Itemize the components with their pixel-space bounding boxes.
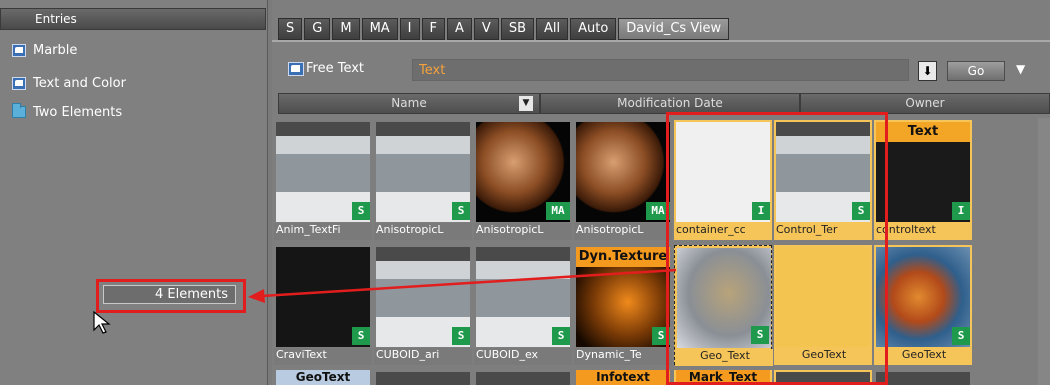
item-name: AnisotropicL: [474, 223, 572, 240]
thumbnail-label: Infotext: [576, 370, 670, 385]
item-name: controltext: [874, 223, 972, 240]
search-row: Free Text ⬇ Go ▼: [272, 56, 1050, 88]
column-owner[interactable]: Owner: [800, 93, 1050, 114]
item-name: AnisotropicL: [574, 223, 672, 240]
tab-bar: S G M MA I F A V SB All Auto David_Cs Vi…: [278, 18, 731, 40]
type-badge: S: [452, 202, 470, 220]
grid-item[interactable]: S AnisotropicL: [374, 120, 472, 240]
thumbnail-label: GeoText: [276, 370, 370, 385]
type-badge: S: [452, 327, 470, 345]
grid-item[interactable]: S CraviText: [274, 245, 372, 365]
search-label: Free Text: [306, 61, 365, 76]
item-name: Dynamic_Te: [574, 348, 672, 365]
go-button[interactable]: Go: [947, 61, 1005, 81]
item-name: AnisotropicL: [374, 223, 472, 240]
type-badge: S: [352, 327, 370, 345]
text-scene-icon: [12, 43, 26, 57]
search-input[interactable]: [412, 59, 909, 81]
grid-item[interactable]: [474, 370, 572, 385]
tab-all[interactable]: All: [535, 18, 569, 40]
grid-item[interactable]: MA AnisotropicL: [474, 120, 572, 240]
column-modification-date[interactable]: Modification Date: [540, 93, 800, 114]
thumbnail: [376, 372, 470, 385]
tree-item-marble[interactable]: Marble: [12, 40, 77, 60]
content-browser: S G M MA I F A V SB All Auto David_Cs Vi…: [272, 0, 1050, 385]
type-badge: S: [552, 327, 570, 345]
tab-s[interactable]: S: [278, 18, 303, 40]
tab-v[interactable]: V: [473, 18, 499, 40]
tree-item-text-and-color[interactable]: Text and Color: [12, 73, 126, 93]
thumbnail-label: Text: [876, 122, 970, 142]
entries-panel: Entries Marble Text and Color Two Elemen…: [0, 0, 268, 385]
grid-item[interactable]: S CUBOID_ex: [474, 245, 572, 365]
tab-david-cs-view[interactable]: David_Cs View: [618, 18, 730, 40]
free-text-icon: [288, 62, 304, 76]
item-name: Anim_TextFi: [274, 223, 372, 240]
tab-ma[interactable]: MA: [361, 18, 398, 40]
type-badge: MA: [546, 202, 570, 220]
mouse-cursor-icon: [93, 310, 111, 334]
grid-item[interactable]: Infotext: [574, 370, 672, 385]
options-menu-button[interactable]: ▼: [1016, 62, 1025, 76]
item-name: CUBOID_ex: [474, 348, 572, 365]
thumbnail: [876, 372, 970, 385]
entries-header[interactable]: Entries: [0, 8, 266, 30]
type-badge: S: [952, 327, 970, 345]
tree-item-two-elements[interactable]: Two Elements: [12, 102, 122, 122]
grid-item[interactable]: S Anim_TextFi: [274, 120, 372, 240]
tree-item-label: Two Elements: [33, 104, 123, 120]
tab-f[interactable]: F: [421, 18, 445, 40]
tab-m[interactable]: M: [332, 18, 360, 40]
grid-item[interactable]: S CUBOID_ari: [374, 245, 472, 365]
tab-g[interactable]: G: [304, 18, 331, 40]
item-name: CUBOID_ari: [374, 348, 472, 365]
tree-item-label: Marble: [33, 42, 78, 58]
thumbnail: [476, 372, 570, 385]
type-badge: I: [952, 202, 970, 220]
grid-highlight-box: [666, 112, 888, 385]
tab-sb[interactable]: SB: [500, 18, 534, 40]
column-name-label: Name: [391, 96, 427, 110]
grid-item[interactable]: MA AnisotropicL: [574, 120, 672, 240]
count-highlight-box: [96, 279, 246, 313]
type-badge: S: [352, 202, 370, 220]
vertical-scrollbar[interactable]: [1038, 118, 1050, 385]
grid-item[interactable]: GeoText: [274, 370, 372, 385]
tab-auto[interactable]: Auto: [570, 18, 617, 40]
grid-item[interactable]: [374, 370, 472, 385]
folder-icon: [12, 103, 26, 118]
text-scene-icon: [12, 76, 26, 90]
tab-i[interactable]: I: [399, 18, 420, 40]
item-name: CraviText: [274, 348, 372, 365]
tab-a[interactable]: A: [447, 18, 472, 40]
column-name[interactable]: Name ▼: [278, 93, 540, 114]
column-header: Name ▼ Modification Date Owner: [278, 93, 1050, 114]
grid-item-selected[interactable]: Text I controltext: [874, 120, 972, 240]
grid-item[interactable]: Dyn.Texture S Dynamic_Te: [574, 245, 672, 365]
grid-item-selected[interactable]: S GeoText: [874, 245, 972, 365]
item-name: GeoText: [874, 348, 972, 365]
download-button[interactable]: ⬇: [918, 61, 937, 81]
tab-divider: [272, 40, 1050, 42]
thumbnail-label: Dyn.Texture: [576, 247, 670, 267]
sort-dropdown-button[interactable]: ▼: [519, 96, 533, 111]
tree-item-label: Text and Color: [33, 75, 126, 91]
grid-item[interactable]: [874, 370, 972, 385]
